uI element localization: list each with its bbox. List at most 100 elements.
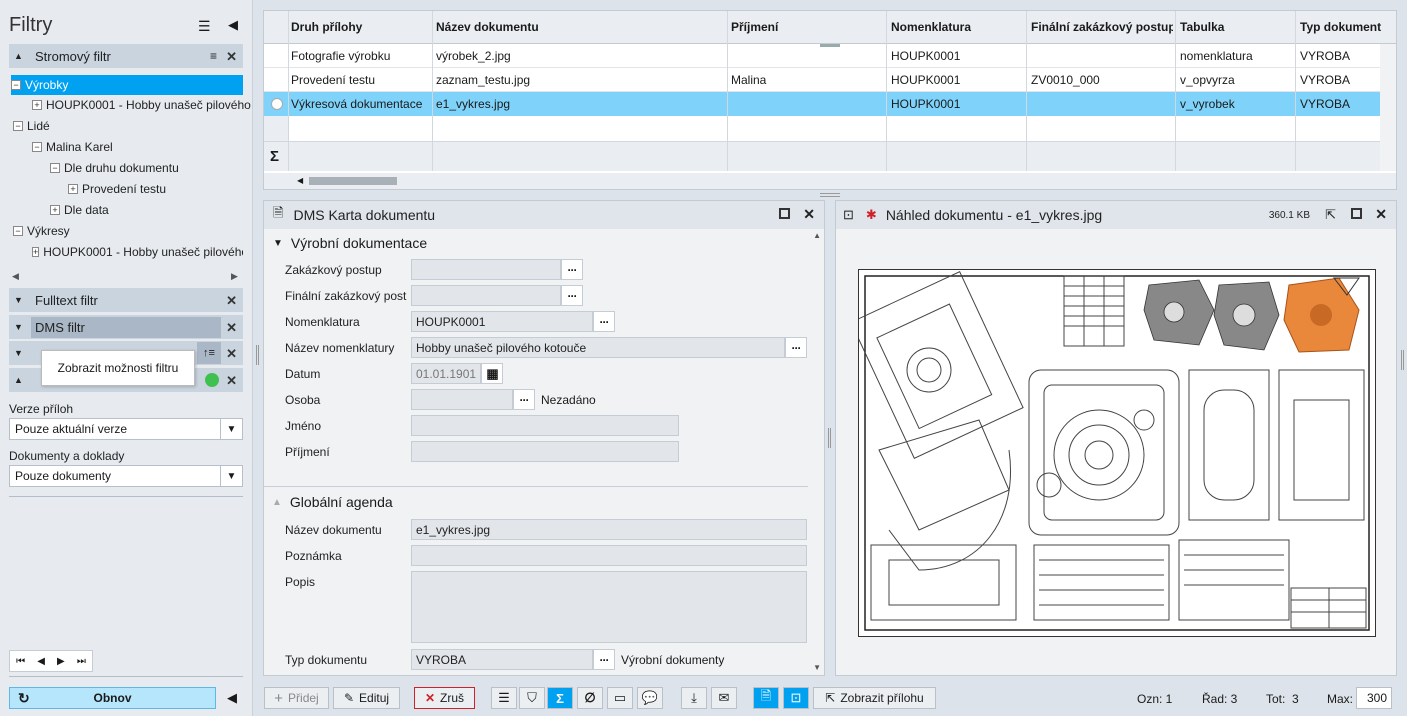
preview-toggle-icon[interactable]: ⊡ xyxy=(783,687,809,709)
collapse-triangle-icon[interactable]: ▼ xyxy=(273,238,283,249)
edit-button[interactable]: ✎ Edituj xyxy=(333,687,400,709)
columns-icon[interactable]: ☰ xyxy=(491,687,517,709)
ellipsis-button[interactable]: ··· xyxy=(785,337,807,358)
osoba-input[interactable] xyxy=(411,389,513,410)
horizontal-scrollbar[interactable]: ◀ xyxy=(264,173,1396,189)
collapse-box-icon[interactable]: − xyxy=(11,80,21,90)
tree-item-houpk0001-2[interactable]: + HOUPK0001 - Hobby unašeč pilového xyxy=(32,242,243,262)
poznamka-input[interactable] xyxy=(411,545,807,566)
tree-item-vyrobky[interactable]: − Výrobky xyxy=(11,75,243,95)
collapse-box-icon[interactable]: − xyxy=(13,226,23,236)
versions-select[interactable]: Pouze aktuální verze ▼ xyxy=(9,418,243,440)
filter-icon[interactable]: ⛉ xyxy=(519,687,545,709)
close-icon[interactable]: ✕ xyxy=(226,373,237,389)
show-attachment-button[interactable]: ⇱ Zobrazit přílohu xyxy=(813,687,936,709)
chevron-down-icon[interactable]: ▼ xyxy=(220,466,242,486)
max-records-input[interactable]: 300 xyxy=(1356,687,1392,709)
first-record-icon[interactable]: ⏮ xyxy=(16,656,25,667)
open-external-icon[interactable]: ⇱ xyxy=(1325,207,1336,223)
maximize-icon[interactable] xyxy=(1351,208,1362,219)
maximize-icon[interactable] xyxy=(779,208,790,219)
close-icon[interactable]: ✕ xyxy=(803,206,815,223)
section-header-globalni[interactable]: ▲ Globální agenda xyxy=(272,494,393,510)
fulltext-filter-header[interactable]: ▼ Fulltext filtr ✕ xyxy=(9,288,243,312)
nazev-dokumentu-input[interactable]: e1_vykres.jpg xyxy=(411,519,807,540)
collapse-left-icon[interactable]: ◀ xyxy=(227,690,237,706)
collapse-triangle-icon[interactable]: ▲ xyxy=(272,497,282,508)
collapse-triangle-icon[interactable]: ▲ xyxy=(14,375,24,385)
fin-postup-input[interactable] xyxy=(411,285,561,306)
prev-record-icon[interactable]: ◀ xyxy=(37,656,45,667)
mail-icon[interactable]: ✉ xyxy=(711,687,737,709)
col-typ-dokumentu[interactable]: Typ dokument xyxy=(1297,15,1384,39)
splitter-handle[interactable] xyxy=(1401,350,1404,370)
tree-item-vykresy[interactable]: − Výkresy xyxy=(13,221,70,241)
ellipsis-button[interactable]: ··· xyxy=(593,311,615,332)
splitter-handle[interactable] xyxy=(828,428,831,448)
tree-filter-header[interactable]: ▲ Stromový filtr ≡ ✕ xyxy=(9,44,243,68)
splitter-handle[interactable] xyxy=(820,193,840,197)
table-row[interactable]: Fotografie výrobku výrobek_2.jpg HOUPK00… xyxy=(264,44,1396,68)
download-icon[interactable]: ⤓ xyxy=(681,687,707,709)
jmeno-input[interactable] xyxy=(411,415,679,436)
col-nazev-dokumentu[interactable]: Název dokumentu xyxy=(433,15,723,39)
ellipsis-button[interactable]: ··· xyxy=(593,649,615,670)
col-nomenklatura[interactable]: Nomenklatura xyxy=(888,15,1023,39)
collapse-triangle-icon[interactable]: ▲ xyxy=(14,51,24,61)
scroll-left-icon[interactable]: ◀ xyxy=(12,271,19,282)
collapse-box-icon[interactable]: − xyxy=(13,121,23,131)
close-icon[interactable]: ✕ xyxy=(226,320,237,336)
document-view-icon[interactable]: 🗎 xyxy=(753,687,779,709)
nomenklatura-input[interactable]: HOUPK0001 xyxy=(411,311,593,332)
nazev-nom-input[interactable]: Hobby unašeč pilového kotouče xyxy=(411,337,785,358)
last-record-icon[interactable]: ⏭ xyxy=(77,656,86,667)
scroll-left-icon[interactable]: ◀ xyxy=(297,176,303,185)
scroll-down-icon[interactable]: ▼ xyxy=(813,663,821,672)
scrollbar-thumb[interactable] xyxy=(309,177,397,185)
expand-box-icon[interactable]: + xyxy=(50,205,60,215)
scroll-right-icon[interactable]: ▶ xyxy=(231,271,238,282)
col-final-postup[interactable]: Finální zakázkový postup xyxy=(1028,15,1173,39)
tree-item-provedeni-testu[interactable]: + Provedení testu xyxy=(68,179,166,199)
expand-triangle-icon[interactable]: ▼ xyxy=(14,348,24,358)
tree-item-lide[interactable]: − Lidé xyxy=(13,116,50,136)
next-record-icon[interactable]: ▶ xyxy=(57,656,65,667)
expand-triangle-icon[interactable]: ▼ xyxy=(14,322,24,332)
chevron-down-icon[interactable]: ▼ xyxy=(220,419,242,439)
cancel-button[interactable]: ✕ Zruš xyxy=(414,687,475,709)
add-button[interactable]: + Přidej xyxy=(264,687,329,709)
refresh-button[interactable]: ↻ Obnov xyxy=(9,687,216,709)
zoom-preview-icon[interactable]: ⊡ xyxy=(843,207,854,223)
expand-box-icon[interactable]: + xyxy=(32,247,40,257)
panel-menu-icon[interactable]: ☰ xyxy=(198,18,211,35)
typ-dokumentu-input[interactable]: VYROBA xyxy=(411,649,593,670)
window-icon[interactable]: ▭ xyxy=(607,687,633,709)
vertical-scrollbar[interactable] xyxy=(1380,44,1396,171)
collapse-panel-icon[interactable]: ◀ xyxy=(228,17,238,33)
tree-item-dle-data[interactable]: + Dle data xyxy=(50,200,109,220)
collapse-box-icon[interactable]: − xyxy=(50,163,60,173)
section-header[interactable]: ▼ Výrobní dokumentace xyxy=(273,235,427,251)
ellipsis-button[interactable]: ··· xyxy=(513,389,535,410)
zak-postup-input[interactable] xyxy=(411,259,561,280)
dms-filter-header[interactable]: ▼ DMS filtr ✕ xyxy=(9,315,243,339)
docs-select[interactable]: Pouze dokumenty ▼ xyxy=(9,465,243,487)
datum-input[interactable]: 01.01.1901 xyxy=(411,363,481,384)
close-icon[interactable]: ✕ xyxy=(226,293,237,309)
col-tabulka[interactable]: Tabulka xyxy=(1177,15,1292,39)
ellipsis-button[interactable]: ··· xyxy=(561,259,583,280)
splitter-handle[interactable] xyxy=(256,345,259,365)
expand-box-icon[interactable]: + xyxy=(68,184,78,194)
tree-item-houpk0001[interactable]: + HOUPK0001 - Hobby unašeč pilového xyxy=(32,95,251,115)
popis-textarea[interactable] xyxy=(411,571,807,643)
table-row[interactable]: Provedení testu zaznam_testu.jpg Malina … xyxy=(264,68,1396,92)
ellipsis-button[interactable]: ··· xyxy=(561,285,583,306)
expand-box-icon[interactable]: + xyxy=(32,100,42,110)
expand-triangle-icon[interactable]: ▼ xyxy=(14,295,24,305)
prijmeni-input[interactable] xyxy=(411,441,679,462)
calendar-icon[interactable]: ▦ xyxy=(481,363,503,384)
close-icon[interactable]: ✕ xyxy=(1375,206,1387,223)
comment-icon[interactable]: 💬 xyxy=(637,687,663,709)
close-icon[interactable]: ✕ xyxy=(226,346,237,362)
col-prijmeni[interactable]: Příjmení xyxy=(728,15,883,39)
